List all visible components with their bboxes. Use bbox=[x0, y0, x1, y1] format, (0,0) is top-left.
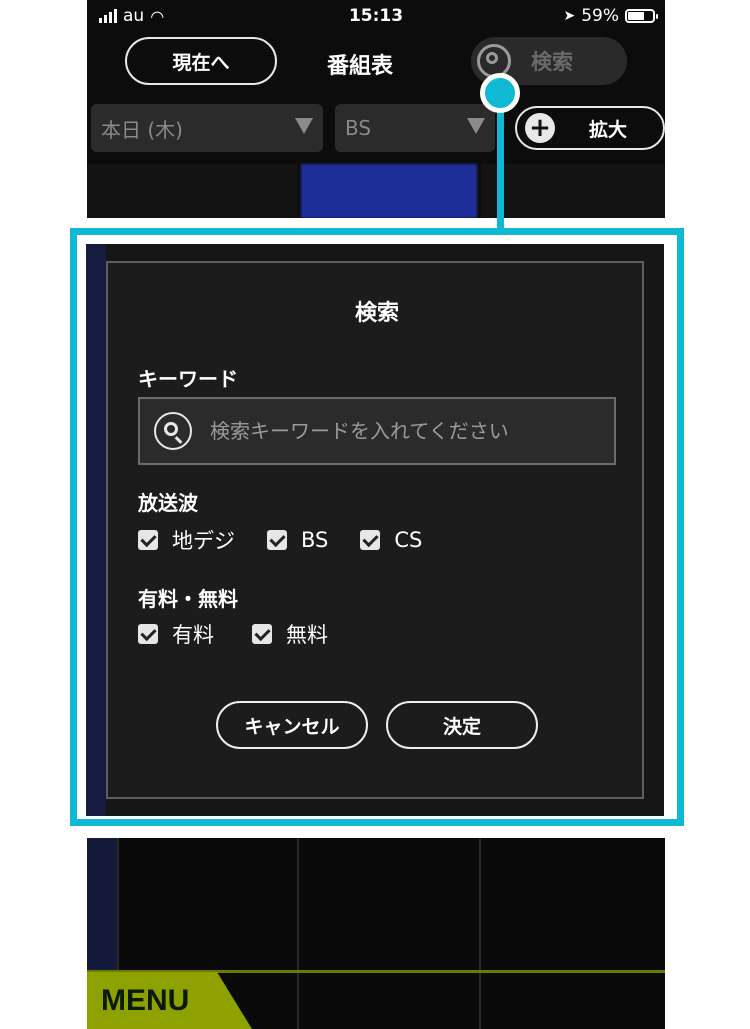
broadcast-options: 地デジ BS CS bbox=[138, 525, 454, 555]
checkbox-checked-icon bbox=[360, 530, 381, 550]
zoom-button[interactable]: + 拡大 bbox=[515, 106, 665, 150]
checkbox-paid[interactable]: 有料 bbox=[138, 619, 214, 649]
nav-bar: 現在へ 番組表 検索 bbox=[87, 34, 665, 90]
dialog-title: 検索 bbox=[354, 301, 399, 326]
channel-header[interactable] bbox=[87, 164, 297, 218]
checkbox-checked-icon bbox=[252, 624, 272, 644]
program-cell[interactable] bbox=[481, 838, 665, 1029]
checkbox-label: CS bbox=[394, 528, 423, 552]
ok-button[interactable]: 決定 bbox=[386, 701, 538, 749]
day-select-value: 本日 (木) bbox=[101, 117, 183, 142]
checkbox-terrestrial[interactable]: 地デジ bbox=[138, 525, 235, 555]
broadcast-label: 放送波 bbox=[138, 491, 198, 515]
fee-options: 有料 無料 bbox=[138, 619, 360, 649]
keyword-input[interactable] bbox=[208, 418, 602, 444]
location-icon: ➤ bbox=[563, 8, 576, 24]
app-header-area: au ◠ 15:13 ➤ 59% 現在へ 番組表 検索 本日 (木) BS + … bbox=[87, 0, 665, 218]
checkbox-label: 有料 bbox=[172, 623, 214, 647]
channel-header[interactable] bbox=[301, 164, 477, 218]
fee-label: 有料・無料 bbox=[138, 587, 238, 611]
search-button-label: 検索 bbox=[531, 50, 573, 74]
search-icon bbox=[154, 412, 192, 450]
page-title: 番組表 bbox=[327, 54, 394, 79]
time-column bbox=[86, 244, 106, 816]
battery-icon bbox=[625, 9, 658, 23]
cancel-button[interactable]: キャンセル bbox=[216, 701, 368, 749]
now-button[interactable]: 現在へ bbox=[125, 37, 277, 85]
checkbox-checked-icon bbox=[138, 530, 158, 550]
filter-bar: 本日 (木) BS + 拡大 bbox=[87, 104, 665, 152]
status-bar: au ◠ 15:13 ➤ 59% bbox=[87, 0, 665, 32]
channel-header[interactable] bbox=[481, 164, 665, 218]
checkbox-label: 無料 bbox=[286, 623, 328, 647]
callout-marker bbox=[480, 73, 520, 113]
checkbox-checked-icon bbox=[267, 530, 287, 550]
chevron-down-icon bbox=[467, 118, 485, 134]
program-cell[interactable] bbox=[299, 838, 481, 1029]
keyword-field[interactable] bbox=[138, 397, 616, 465]
checkbox-label: BS bbox=[301, 528, 329, 552]
checkbox-cs[interactable]: CS bbox=[360, 528, 422, 552]
checkbox-label: 地デジ bbox=[172, 529, 235, 553]
plus-icon: + bbox=[525, 113, 555, 143]
keyword-label: キーワード bbox=[138, 367, 238, 391]
zoom-button-label: 拡大 bbox=[589, 118, 628, 141]
program-grid-bottom: MENU bbox=[87, 838, 665, 1029]
day-select[interactable]: 本日 (木) bbox=[91, 104, 323, 152]
checkbox-checked-icon bbox=[138, 624, 158, 644]
channel-type-select[interactable]: BS bbox=[335, 104, 495, 152]
checkbox-free[interactable]: 無料 bbox=[252, 619, 328, 649]
search-dialog: 検索 キーワード 放送波 地デジ BS CS 有料・無料 有料 無料 キャンセル… bbox=[106, 261, 644, 799]
callout-connector bbox=[497, 110, 504, 232]
channel-type-value: BS bbox=[345, 116, 372, 140]
chevron-down-icon bbox=[295, 118, 313, 134]
battery-percent: 59% bbox=[581, 6, 619, 26]
checkbox-bs[interactable]: BS bbox=[267, 528, 328, 552]
